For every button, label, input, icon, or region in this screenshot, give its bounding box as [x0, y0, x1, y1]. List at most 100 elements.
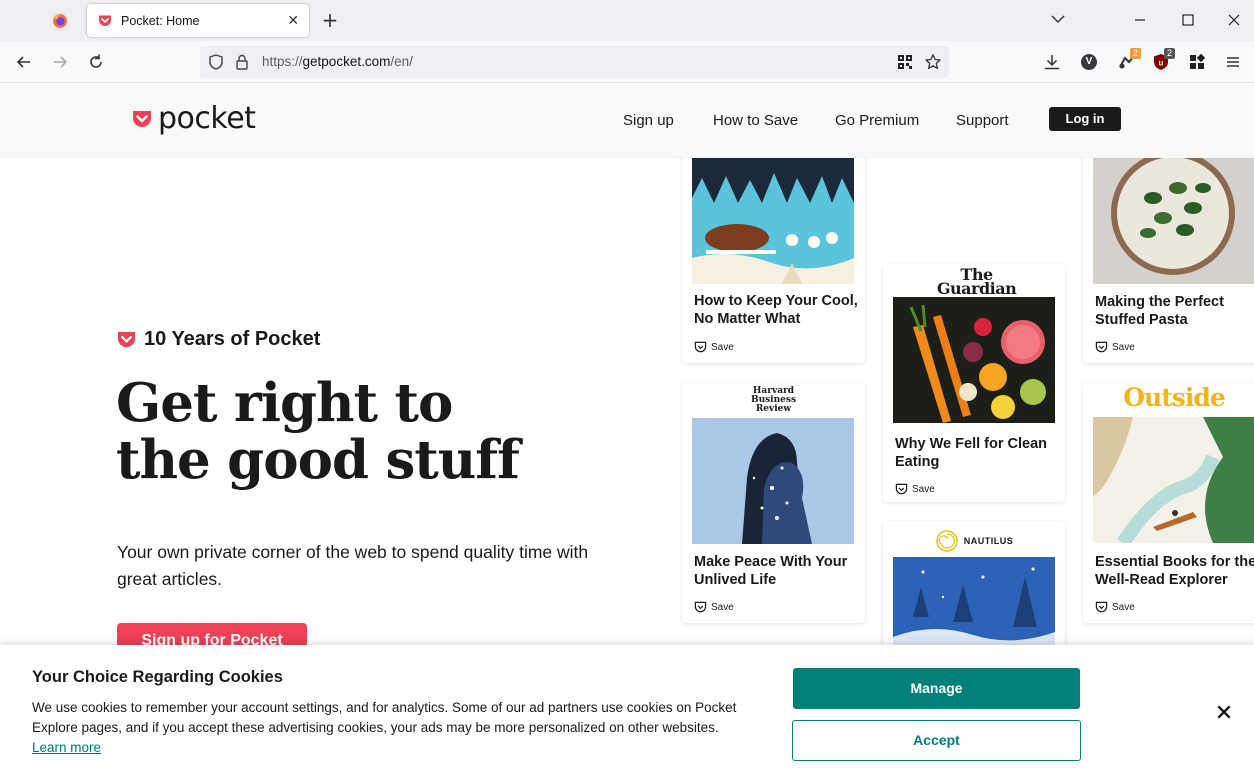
- profile-initial: V: [1085, 56, 1093, 67]
- article-image: [1093, 158, 1254, 284]
- extensions-puzzle-icon[interactable]: [1187, 52, 1207, 72]
- pocket-logo-icon: [133, 110, 151, 127]
- maximize-icon[interactable]: [1178, 10, 1198, 30]
- publisher-name: Outside: [1123, 383, 1225, 412]
- cookie-body: We use cookies to remember your account …: [32, 698, 762, 758]
- headline-line-2: the good stuff: [116, 429, 520, 491]
- profile-avatar[interactable]: V: [1079, 52, 1099, 72]
- pocket-save-icon: [1095, 601, 1108, 613]
- save-label: Save: [711, 602, 734, 613]
- nav-go-premium[interactable]: Go Premium: [835, 112, 919, 129]
- tracking-protection-shield-icon[interactable]: [207, 53, 225, 71]
- embrace-illustration: [692, 418, 854, 544]
- url-bar[interactable]: https://getpocket.com/en/: [200, 46, 949, 78]
- site-header: pocket Sign up How to Save Go Premium Su…: [0, 83, 1254, 157]
- save-button[interactable]: Save: [694, 601, 734, 614]
- lock-icon[interactable]: [234, 53, 250, 71]
- list-all-tabs-icon[interactable]: [1050, 11, 1066, 27]
- pocket-save-icon: [694, 601, 707, 613]
- reload-icon[interactable]: [86, 52, 106, 72]
- nav-support[interactable]: Support: [956, 112, 1009, 129]
- pocket-save-icon: [1095, 341, 1108, 353]
- firefox-icon: [53, 14, 67, 28]
- hero-subtitle: Your own private corner of the web to sp…: [117, 542, 589, 589]
- new-tab-button[interactable]: +: [318, 8, 342, 32]
- publisher-logo: NAUTILUS: [883, 529, 1065, 553]
- article-title[interactable]: How to Keep Your Cool, No Matter What: [694, 293, 864, 328]
- qr-code-icon[interactable]: [897, 54, 913, 70]
- pocket-save-icon: [694, 341, 707, 353]
- article-card[interactable]: Outside Essential Books for the Well-Rea…: [1083, 383, 1254, 623]
- kicker-text: 10 Years of Pocket: [144, 328, 321, 350]
- hero-headline: Get right to the good stuff: [116, 375, 656, 489]
- downloads-icon[interactable]: [1042, 52, 1062, 72]
- cookie-banner: Your Choice Regarding Cookies We use coo…: [0, 645, 1254, 775]
- cookie-body-text: We use cookies to remember your account …: [32, 700, 737, 735]
- hero-kicker: 10 Years of Pocket: [117, 328, 320, 351]
- article-image: [692, 418, 854, 544]
- tab-pocket-home[interactable]: Pocket: Home ✕: [87, 4, 309, 37]
- article-image: [893, 297, 1055, 423]
- tab-title: Pocket: Home: [121, 13, 200, 28]
- extension-badge: 2: [1129, 48, 1141, 59]
- fruit-veg-photo: [893, 297, 1055, 423]
- accept-cookies-button[interactable]: Accept: [792, 720, 1081, 761]
- save-button[interactable]: Save: [895, 483, 935, 496]
- article-title[interactable]: Making the Perfect Stuffed Pasta: [1095, 294, 1254, 329]
- bookmark-star-icon[interactable]: [924, 53, 942, 71]
- publisher-name: The Guardian: [936, 265, 1017, 298]
- nav-sign-up[interactable]: Sign up: [623, 112, 674, 129]
- back-icon[interactable]: [14, 52, 34, 72]
- article-title[interactable]: Essential Books for the Well-Read Explor…: [1095, 554, 1254, 589]
- pasta-photo: [1093, 158, 1254, 284]
- save-label: Save: [1112, 602, 1135, 613]
- learn-more-link[interactable]: Learn more: [32, 740, 101, 755]
- firefox-tab[interactable]: [40, 6, 80, 36]
- save-label: Save: [1112, 342, 1135, 353]
- ublock-badge: 2: [1163, 48, 1175, 59]
- pocket-save-icon: [895, 483, 908, 495]
- nav-how-to-save[interactable]: How to Save: [713, 112, 798, 129]
- article-card[interactable]: Harvard Business Review Make Peace With …: [682, 383, 865, 623]
- svg-text:u: u: [1159, 59, 1164, 68]
- article-card[interactable]: The Guardian Why We Fell for Clean Eatin…: [883, 264, 1065, 502]
- tab-bar: Pocket: Home ✕ +: [0, 0, 1254, 41]
- article-title[interactable]: Why We Fell for Clean Eating: [895, 436, 1065, 471]
- publisher-logo: The Guardian: [883, 265, 1065, 298]
- dogsled-illustration: [692, 158, 854, 284]
- article-card[interactable]: How to Keep Your Cool, No Matter What Sa…: [682, 143, 865, 363]
- publisher-name: NAUTILUS: [963, 536, 1014, 546]
- minimize-icon[interactable]: [1130, 10, 1150, 30]
- logo-text: pocket: [158, 101, 256, 136]
- ublock-button[interactable]: u 2: [1151, 48, 1175, 72]
- nautilus-logo-icon: [936, 530, 958, 552]
- save-button[interactable]: Save: [694, 341, 734, 354]
- save-button[interactable]: Save: [1095, 601, 1135, 614]
- login-button[interactable]: Log in: [1049, 107, 1121, 131]
- article-card[interactable]: Making the Perfect Stuffed Pasta Save: [1083, 143, 1254, 363]
- url-text[interactable]: https://getpocket.com/en/: [262, 54, 413, 69]
- publisher-logo: Harvard Business Review: [682, 387, 865, 414]
- article-image: [692, 158, 854, 284]
- pocket-icon: [117, 331, 136, 348]
- save-label: Save: [912, 484, 935, 495]
- publisher-name: Harvard Business Review: [750, 386, 797, 414]
- tab-close-icon[interactable]: ✕: [287, 13, 299, 29]
- headline-line-1: Get right to: [116, 372, 453, 434]
- hamburger-menu-icon[interactable]: [1223, 52, 1243, 72]
- save-button[interactable]: Save: [1095, 341, 1135, 354]
- forward-icon[interactable]: [50, 52, 70, 72]
- river-illustration: [1093, 417, 1254, 543]
- article-title[interactable]: Make Peace With Your Unlived Life: [694, 554, 864, 589]
- publisher-logo: Outside: [1083, 383, 1254, 412]
- article-image: [1093, 417, 1254, 543]
- pocket-favicon-icon: [99, 15, 111, 26]
- close-window-icon[interactable]: [1224, 10, 1244, 30]
- cookie-title: Your Choice Regarding Cookies: [32, 668, 283, 686]
- extension-button-1[interactable]: 2: [1117, 48, 1141, 72]
- save-label: Save: [711, 342, 734, 353]
- pocket-logo[interactable]: pocket: [132, 101, 256, 136]
- manage-cookies-button[interactable]: Manage: [793, 668, 1080, 709]
- close-icon[interactable]: [1214, 702, 1234, 722]
- navigation-toolbar: https://getpocket.com/en/ V 2 u 2: [0, 41, 1254, 83]
